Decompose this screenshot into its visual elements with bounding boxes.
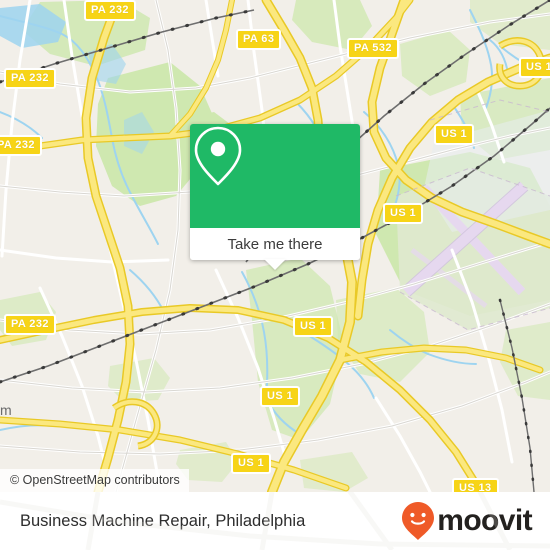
- road-shield: PA 532: [347, 38, 399, 59]
- location-pin-icon: [194, 126, 242, 186]
- map-attribution[interactable]: © OpenStreetMap contributors: [0, 469, 189, 492]
- page-title: Business Machine Repair, Philadelphia: [20, 512, 306, 530]
- place-label: m: [0, 402, 12, 418]
- popup-tail: [264, 259, 286, 270]
- map-screenshot: m PA 232 PA 63 PA 532 US 1 PA 232 US 1 PA 232 U…: [0, 0, 550, 550]
- road-shield: PA 232: [84, 0, 136, 21]
- road-shield: US 1: [231, 453, 272, 474]
- road-shield: US 1: [434, 124, 475, 145]
- road-shield: US 1: [293, 316, 334, 337]
- take-me-there-button[interactable]: Take me there: [190, 228, 360, 270]
- popup-header: [190, 124, 360, 228]
- footer-bar: Business Machine Repair, Philadelphia mo…: [0, 492, 550, 550]
- map-canvas[interactable]: m PA 232 PA 63 PA 532 US 1 PA 232 US 1 PA 232 U…: [0, 0, 550, 492]
- road-shield: US 1: [519, 57, 550, 78]
- road-shield: PA 232: [4, 314, 56, 335]
- road-shield: PA 63: [236, 29, 282, 50]
- take-me-there-label: Take me there: [227, 235, 323, 253]
- attribution-text: © OpenStreetMap contributors: [10, 473, 180, 487]
- moovit-logo[interactable]: moovit: [401, 501, 533, 541]
- road-shield: US 1: [260, 386, 301, 407]
- location-popup-card[interactable]: Take me there: [190, 124, 360, 270]
- road-shield: US 1: [383, 203, 424, 224]
- road-shield: PA 232: [0, 135, 42, 156]
- road-shield: US 13: [452, 478, 499, 492]
- brand-wordmark: moovit: [437, 504, 532, 537]
- moovit-smiley-pin-icon: [402, 502, 435, 540]
- road-shield: PA 232: [4, 68, 56, 89]
